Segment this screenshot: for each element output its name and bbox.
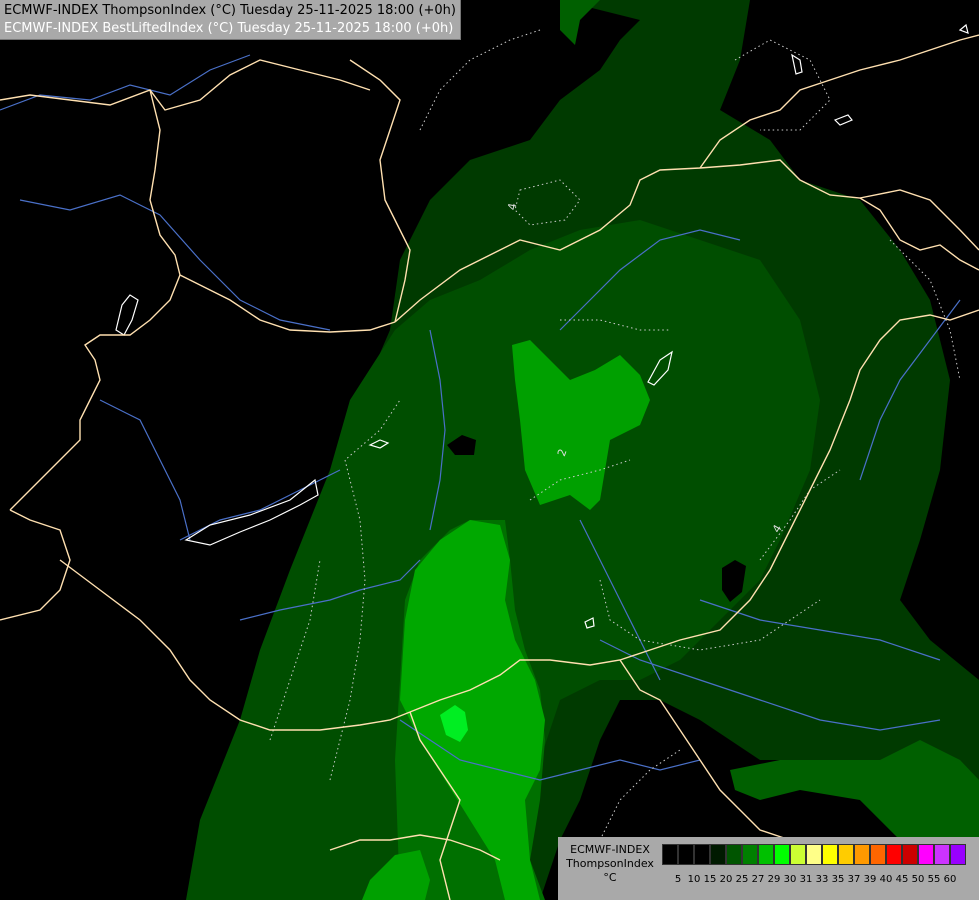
legend-tick-label: 40 <box>879 874 893 885</box>
legend-swatch <box>950 844 966 865</box>
legend-tick-label: 60 <box>943 874 957 885</box>
legend-tick-label: 50 <box>911 874 925 885</box>
legend-line-model: ECMWF-INDEX <box>570 843 650 856</box>
legend-tick-label: 5 <box>674 874 682 885</box>
legend-swatch <box>870 844 886 865</box>
legend-swatch <box>710 844 726 865</box>
legend-swatch <box>742 844 758 865</box>
legend-swatch <box>886 844 902 865</box>
title-line-bestlifted: ECMWF-INDEX BestLiftedIndex (°C) Tuesday… <box>4 21 454 36</box>
legend-swatch <box>822 844 838 865</box>
map-title: ECMWF-INDEX ThompsonIndex (°C) Tuesday 2… <box>0 0 461 40</box>
legend-tick-label: 35 <box>831 874 845 885</box>
legend-line-unit: °C <box>603 871 617 884</box>
legend-ticks: 5 10 15 20 25 27 29 30 31 33 35 37 39 40 45 50 55 60 <box>662 874 957 885</box>
legend-swatch <box>934 844 950 865</box>
legend-swatch <box>774 844 790 865</box>
legend-swatch <box>854 844 870 865</box>
legend-swatch <box>758 844 774 865</box>
legend-tick-label: 39 <box>863 874 877 885</box>
legend-tick-label: 25 <box>735 874 749 885</box>
legend-line-index: ThompsonIndex <box>566 857 654 870</box>
legend-swatch <box>726 844 742 865</box>
legend-swatches <box>662 844 966 865</box>
legend-tick-label: 55 <box>927 874 941 885</box>
legend-title: ECMWF-INDEX ThompsonIndex °C <box>560 843 660 885</box>
legend-swatch <box>790 844 806 865</box>
legend-swatch <box>694 844 710 865</box>
legend-tick-label: 29 <box>767 874 781 885</box>
legend-tick-label: 20 <box>719 874 733 885</box>
legend-tick-label: 30 <box>783 874 797 885</box>
legend-tick-label: 33 <box>815 874 829 885</box>
color-legend: ECMWF-INDEX ThompsonIndex °C 5 10 15 20 25 27… <box>558 837 979 900</box>
legend-swatch <box>838 844 854 865</box>
legend-tick-label: 10 <box>687 874 701 885</box>
legend-tick-label: 27 <box>751 874 765 885</box>
legend-swatch <box>806 844 822 865</box>
legend-swatch <box>918 844 934 865</box>
weather-map: 4 2 4 <box>0 0 979 900</box>
legend-swatch <box>662 844 678 865</box>
legend-swatch <box>678 844 694 865</box>
legend-tick-label: 31 <box>799 874 813 885</box>
title-line-thompson: ECMWF-INDEX ThompsonIndex (°C) Tuesday 2… <box>4 3 456 18</box>
legend-tick-label: 15 <box>703 874 717 885</box>
legend-tick-label: 45 <box>895 874 909 885</box>
legend-tick-label: 37 <box>847 874 861 885</box>
legend-swatch <box>902 844 918 865</box>
